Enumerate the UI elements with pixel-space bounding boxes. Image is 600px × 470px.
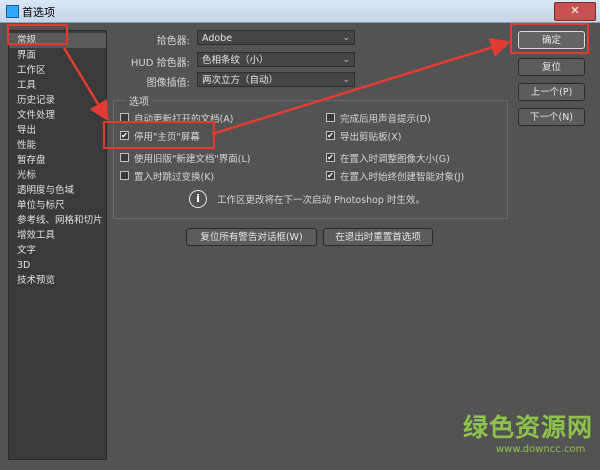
watermark-logo-text: 绿色资源网 xyxy=(463,413,594,442)
arrow-to-ok xyxy=(211,37,511,136)
watermark-url: www.downcc.com xyxy=(496,444,586,455)
annotation-arrows xyxy=(62,37,511,136)
arrow-to-option xyxy=(62,47,109,122)
